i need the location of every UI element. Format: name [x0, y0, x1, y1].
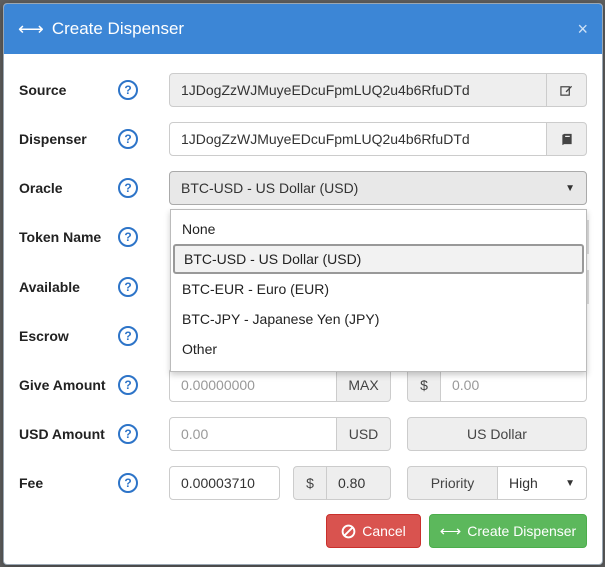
available-label: Available: [19, 279, 80, 295]
create-dispenser-modal: ⟷ Create Dispenser × Source ? 1JDogZzWJM…: [3, 3, 603, 565]
fee-row: Fee ? 0.00003710 $ 0.80 Priority High ▼: [4, 466, 602, 500]
usd-amount-label: USD Amount: [19, 426, 105, 442]
address-book-icon: [561, 133, 572, 145]
token-name-label: Token Name: [19, 229, 102, 245]
priority-label: Priority: [407, 466, 498, 500]
oracle-option-none[interactable]: None: [173, 214, 584, 244]
give-amount-help-icon[interactable]: ?: [118, 375, 138, 395]
oracle-row: Oracle ? BTC-USD - US Dollar (USD) ▼: [4, 171, 602, 205]
dispenser-label: Dispenser: [19, 131, 87, 147]
caret-down-icon: ▼: [565, 182, 575, 194]
edit-source-button[interactable]: [546, 73, 587, 107]
fee-usd-value: 0.80: [326, 466, 391, 500]
oracle-help-icon[interactable]: ?: [118, 178, 138, 198]
usd-addon: USD: [336, 417, 391, 451]
dispenser-row: Dispenser ? 1JDogZzWJMuyeEDcuFpmLUQ2u4b6…: [4, 122, 602, 156]
oracle-label: Oracle: [19, 180, 63, 196]
escrow-help-icon[interactable]: ?: [118, 326, 138, 346]
swap-arrows-icon: ⟷: [18, 19, 44, 39]
cancel-button[interactable]: Cancel: [326, 514, 421, 548]
source-input[interactable]: 1JDogZzWJMuyeEDcuFpmLUQ2u4b6RfuDTd: [169, 73, 547, 107]
oracle-option-btc-usd[interactable]: BTC-USD - US Dollar (USD): [173, 244, 584, 274]
oracle-dropdown-list: None BTC-USD - US Dollar (USD) BTC-EUR -…: [170, 209, 587, 372]
oracle-selected-value: BTC-USD - US Dollar (USD): [181, 180, 359, 196]
available-help-icon[interactable]: ?: [118, 277, 138, 297]
usd-amount-input[interactable]: 0.00: [169, 417, 337, 451]
modal-title: Create Dispenser: [51, 19, 185, 38]
usd-amount-row: USD Amount ? 0.00 USD US Dollar: [4, 417, 602, 451]
address-book-button[interactable]: [546, 122, 587, 156]
oracle-option-other[interactable]: Other: [173, 334, 584, 364]
fee-label: Fee: [19, 475, 44, 491]
fee-usd-symbol: $: [293, 466, 327, 500]
priority-value: High: [509, 475, 538, 491]
fee-help-icon[interactable]: ?: [118, 473, 138, 493]
priority-select[interactable]: High ▼: [497, 466, 587, 500]
ban-icon: [341, 524, 356, 538]
escrow-label: Escrow: [19, 328, 69, 344]
oracle-option-btc-eur[interactable]: BTC-EUR - Euro (EUR): [173, 274, 584, 304]
usd-amount-help-icon[interactable]: ?: [118, 424, 138, 444]
create-label: Create Dispenser: [467, 523, 577, 539]
modal-header: ⟷ Create Dispenser ×: [4, 4, 602, 54]
give-amount-row: Give Amount ? 0.00000000 MAX $ 0.00: [4, 368, 602, 402]
cancel-label: Cancel: [362, 523, 406, 539]
swap-arrows-icon: ⟷: [439, 523, 462, 540]
caret-down-icon: ▼: [565, 477, 575, 489]
edit-icon: [560, 85, 573, 96]
oracle-option-btc-jpy[interactable]: BTC-JPY - Japanese Yen (JPY): [173, 304, 584, 334]
dispenser-input[interactable]: 1JDogZzWJMuyeEDcuFpmLUQ2u4b6RfuDTd: [169, 122, 547, 156]
source-label: Source: [19, 82, 67, 98]
source-row: Source ? 1JDogZzWJMuyeEDcuFpmLUQ2u4b6Rfu…: [4, 73, 602, 107]
fee-input[interactable]: 0.00003710: [169, 466, 280, 500]
give-amount-label: Give Amount: [19, 377, 106, 393]
us-dollar-button[interactable]: US Dollar: [407, 417, 587, 451]
oracle-select[interactable]: BTC-USD - US Dollar (USD) ▼: [169, 171, 587, 205]
dispenser-help-icon[interactable]: ?: [118, 129, 138, 149]
give-usd-symbol: $: [407, 368, 441, 402]
give-amount-input[interactable]: 0.00000000: [169, 368, 337, 402]
max-button[interactable]: MAX: [336, 368, 391, 402]
source-help-icon[interactable]: ?: [118, 80, 138, 100]
close-icon[interactable]: ×: [577, 19, 588, 40]
create-dispenser-button[interactable]: ⟷ Create Dispenser: [429, 514, 587, 548]
token-name-help-icon[interactable]: ?: [118, 227, 138, 247]
give-usd-input[interactable]: 0.00: [440, 368, 587, 402]
